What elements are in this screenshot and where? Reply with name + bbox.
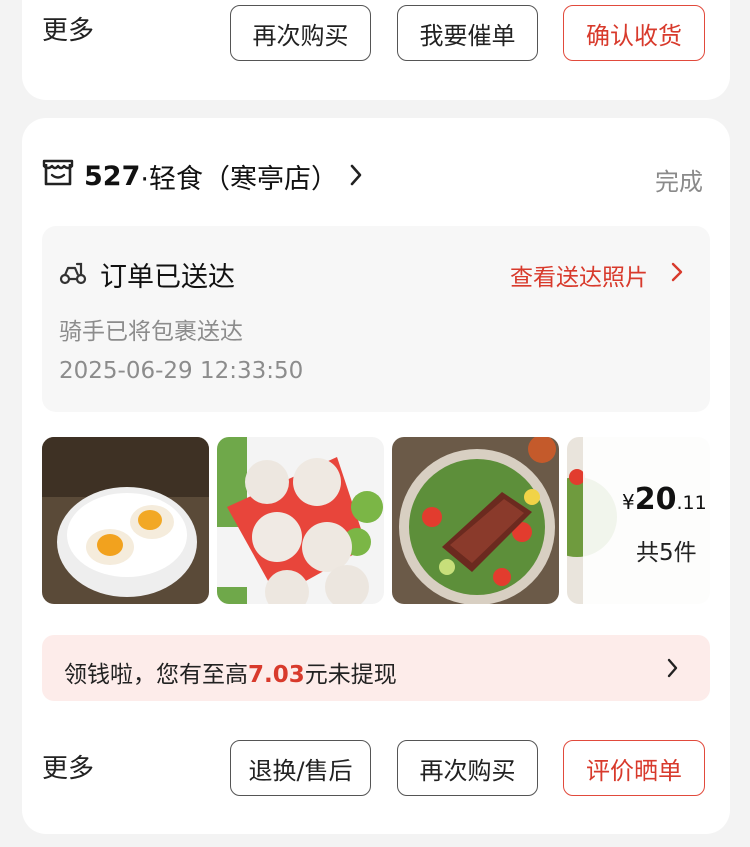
store-icon	[42, 156, 74, 188]
promo-amount: 7.03	[248, 662, 305, 688]
price-summary-panel[interactable]	[583, 437, 710, 604]
item-count: 共5件	[636, 540, 697, 566]
return-after-sales-button[interactable]: 退换/售后	[230, 740, 371, 796]
rider-delivered-text: 骑手已将包裹送达	[59, 319, 243, 345]
order-total-price: ¥20.11	[622, 482, 707, 517]
store-name-text: ·轻食（寒亭店）	[140, 164, 338, 195]
chevron-right-icon[interactable]	[670, 261, 684, 283]
store-name[interactable]: 527 ·轻食（寒亭店）	[84, 157, 338, 196]
steak-salad-image[interactable]	[392, 437, 559, 604]
delivery-status-title: 订单已送达	[100, 262, 235, 293]
review-order-button[interactable]: 评价晒单	[563, 740, 705, 796]
urge-order-button[interactable]: 我要催单	[397, 5, 538, 61]
price-decimal: .11	[676, 492, 707, 514]
more-link[interactable]: 更多	[42, 748, 94, 785]
promo-suffix: 元未提现	[304, 662, 397, 688]
buy-again-button[interactable]: 再次购买	[230, 5, 371, 61]
fish-balls-image[interactable]	[217, 437, 384, 604]
price-integer: 20	[634, 482, 677, 517]
buy-again-button[interactable]: 再次购买	[397, 740, 538, 796]
currency-symbol: ¥	[622, 490, 635, 514]
scooter-icon	[58, 258, 88, 286]
store-number: 527	[84, 161, 141, 192]
promo-prefix: 领钱啦，您有至高	[64, 662, 248, 688]
more-link[interactable]: 更多	[42, 10, 94, 47]
view-delivery-photos-link[interactable]: 查看送达照片	[510, 258, 648, 292]
cash-withdraw-text: 领钱啦，您有至高7.03元未提现	[64, 655, 397, 689]
chevron-right-icon[interactable]	[666, 657, 679, 679]
confirm-receipt-button[interactable]: 确认收货	[563, 5, 705, 61]
chevron-right-icon[interactable]	[348, 162, 364, 188]
boiled-egg-image[interactable]	[42, 437, 209, 604]
delivery-timestamp: 2025-06-29 12:33:50	[59, 358, 304, 384]
order-status: 完成	[655, 168, 703, 196]
